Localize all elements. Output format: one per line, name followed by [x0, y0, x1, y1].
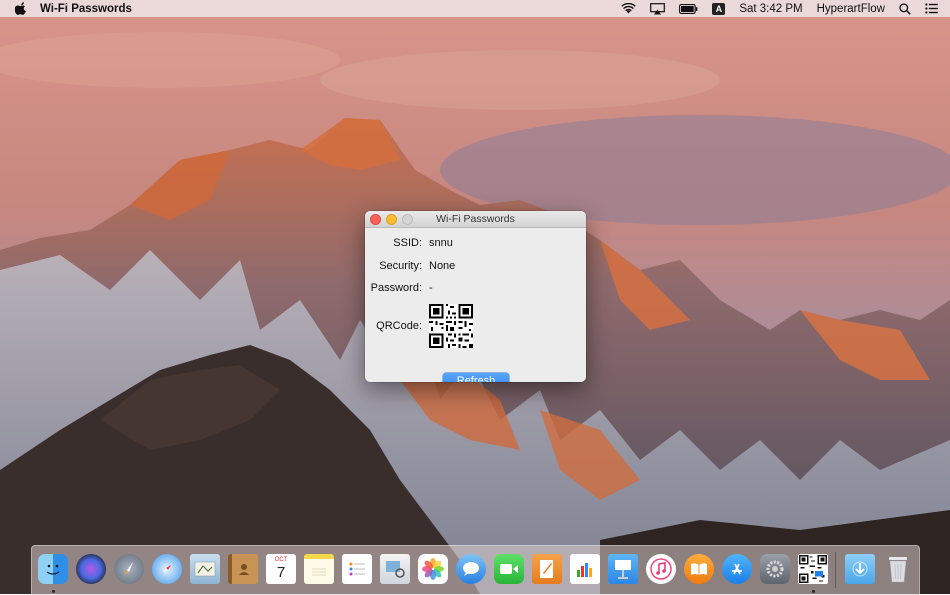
wifi-status-icon[interactable]: [621, 2, 637, 16]
menu-bar: Wi-Fi Passwords A Sat 3:42 PM HyperartFl…: [0, 0, 950, 17]
itunes-icon[interactable]: [646, 554, 676, 584]
dock: OCT 7: [31, 545, 920, 595]
app-menu-name[interactable]: Wi-Fi Passwords: [40, 3, 132, 15]
refresh-button[interactable]: Refresh: [443, 373, 509, 382]
reminders-icon[interactable]: [342, 554, 372, 584]
password-row: Password: -: [365, 282, 586, 294]
finder-running-indicator: [52, 590, 55, 593]
launchpad-icon[interactable]: [114, 554, 144, 584]
spotlight-search-icon[interactable]: [899, 2, 911, 16]
ssid-row: SSID: snnu: [365, 237, 586, 249]
security-row: Security: None: [365, 260, 586, 272]
password-value: -: [429, 282, 433, 294]
airplay-icon[interactable]: [650, 2, 666, 16]
ssid-value: snnu: [429, 237, 453, 249]
trash-icon[interactable]: [883, 554, 913, 584]
ibooks-icon[interactable]: [684, 554, 714, 584]
security-value: None: [429, 260, 456, 272]
app-store-icon[interactable]: [722, 554, 752, 584]
zoom-window-button: [402, 214, 413, 225]
battery-icon[interactable]: [679, 2, 698, 16]
close-window-button[interactable]: [370, 214, 381, 225]
calendar-month: OCT: [274, 557, 288, 563]
wifi-passwords-window: Wi-Fi Passwords SSID: snnu Security: Non…: [365, 211, 586, 382]
user-menu[interactable]: HyperartFlow: [817, 3, 885, 15]
siri-icon[interactable]: [76, 554, 106, 584]
minimize-window-button[interactable]: [386, 214, 397, 225]
pages-icon[interactable]: [532, 554, 562, 584]
finder-icon[interactable]: [38, 554, 68, 584]
dock-separator: [835, 552, 836, 588]
security-label: Security:: [379, 260, 422, 272]
safari-icon[interactable]: [152, 554, 182, 584]
calendar-icon[interactable]: OCT 7: [266, 554, 296, 584]
notification-center-icon[interactable]: [925, 2, 938, 16]
password-label: Password:: [370, 282, 422, 294]
mail-icon[interactable]: [190, 554, 220, 584]
window-title: Wi-Fi Passwords: [436, 213, 515, 225]
wifi-passwords-running-indicator: [812, 590, 815, 593]
contacts-icon[interactable]: [228, 554, 258, 584]
facetime-icon[interactable]: [494, 554, 524, 584]
qrcode-label: QRCode:: [376, 320, 422, 332]
calendar-day: 7: [276, 564, 286, 581]
qrcode-image: [429, 304, 473, 348]
numbers-icon[interactable]: [570, 554, 600, 584]
preview-icon[interactable]: [380, 554, 410, 584]
qrcode-row: QRCode:: [365, 304, 586, 348]
clock[interactable]: Sat 3:42 PM: [739, 3, 802, 15]
downloads-folder-icon[interactable]: [845, 554, 875, 584]
photos-icon[interactable]: [418, 554, 448, 584]
window-titlebar[interactable]: Wi-Fi Passwords: [365, 211, 586, 228]
ssid-label: SSID:: [393, 237, 422, 249]
keynote-icon[interactable]: [608, 554, 638, 584]
system-preferences-icon[interactable]: [760, 554, 790, 584]
notes-icon[interactable]: [304, 554, 334, 584]
apple-menu-icon[interactable]: [14, 2, 28, 16]
messages-icon[interactable]: [456, 554, 486, 584]
input-source-icon[interactable]: A: [712, 2, 726, 15]
wifi-passwords-app-icon[interactable]: [798, 554, 828, 584]
